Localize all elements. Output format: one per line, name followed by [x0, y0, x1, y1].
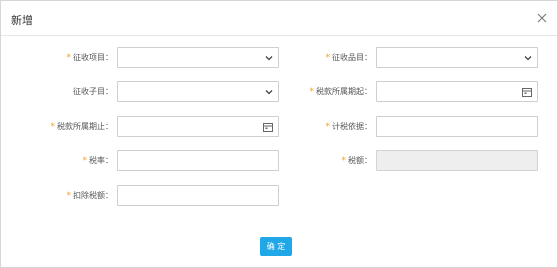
chevron-down-icon — [524, 54, 532, 62]
deduction-amount-input[interactable] — [117, 185, 279, 206]
tax-amount-label: * 税额： — [341, 156, 373, 166]
chevron-down-icon — [265, 54, 273, 62]
tax-period-start-label: * 税款所属期起： — [309, 87, 373, 97]
collection-category-select[interactable] — [376, 47, 538, 68]
chevron-down-icon — [265, 88, 273, 96]
tax-period-end-label: * 税款所属期止： — [50, 122, 114, 132]
collection-item-select[interactable] — [117, 47, 279, 68]
calendar-icon[interactable] — [522, 87, 532, 97]
tax-rate-input[interactable] — [117, 150, 279, 171]
dialog-header: 新增 — [1, 1, 557, 36]
tax-basis-label: * 计税依据： — [325, 122, 373, 132]
tax-basis-input[interactable] — [376, 116, 538, 137]
tax-period-end-date-input[interactable] — [117, 116, 279, 137]
dialog-title: 新增 — [11, 14, 33, 27]
required-mark: * — [66, 53, 72, 63]
collection-item-label: * 征收项目： — [66, 53, 114, 63]
calendar-icon[interactable] — [263, 122, 273, 132]
tax-period-start-date-input[interactable] — [376, 81, 538, 102]
tax-rate-label: * 税率： — [82, 156, 114, 166]
collection-subcategory-label: 征收子目： — [73, 87, 113, 96]
collection-category-label: * 征收品目： — [325, 53, 373, 63]
tax-amount-input — [376, 150, 538, 171]
confirm-button[interactable]: 确 定 — [260, 237, 292, 256]
deduction-amount-label: * 扣除税额： — [66, 191, 114, 201]
collection-subcategory-select[interactable] — [117, 81, 279, 102]
add-dialog: 新增 * 征收项目： * 征收品目： 征收子目： * 税款所属期起： * 税款所… — [0, 0, 558, 268]
close-icon[interactable] — [535, 11, 549, 25]
